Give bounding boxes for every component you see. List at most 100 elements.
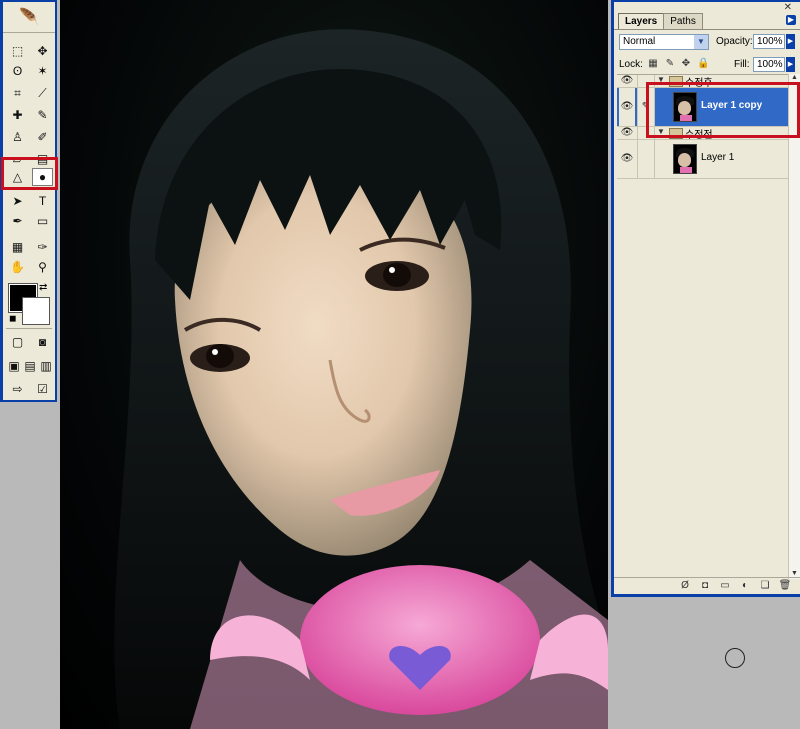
blur-icon[interactable]: △: [7, 168, 28, 186]
full-screen-icon[interactable]: ▥: [39, 357, 53, 375]
marquee-icon[interactable]: ⬚: [7, 42, 28, 60]
tool-row: △ ●: [7, 168, 53, 186]
hand-icon[interactable]: ✋: [7, 258, 28, 276]
new-layer-icon[interactable]: ❏: [758, 579, 772, 593]
brush-icon[interactable]: ✎: [32, 106, 53, 124]
tool-row: ✋ ⚲: [7, 258, 53, 276]
toolbox-palette: 🪶 ⬚ ✥ ʘ ✶ ⌗ ⟋ ✚ ✎ ♙ ✐ ▱ ▤ △ ● ➤ T ✒ ▭ ▦ ✑ ✋ ⚲ ⇄ ◼ ▢ ◙ ▣ ▤ ▥ ⇨…: [0, 0, 57, 402]
portrait-photo: [114, 29, 608, 729]
history-brush-icon[interactable]: ✐: [32, 128, 53, 146]
standard-mode-icon[interactable]: ▢: [7, 333, 28, 351]
path-select-icon[interactable]: ➤: [7, 192, 28, 210]
new-group-icon[interactable]: ▭: [718, 579, 732, 593]
feather-logo-icon: 🪶: [19, 9, 39, 26]
tool-row: ⬚ ✥: [7, 42, 53, 60]
lock-image-icon[interactable]: ✎: [664, 58, 676, 70]
lock-transparency-icon[interactable]: ▦: [647, 58, 659, 70]
full-screen-menu-icon[interactable]: ▤: [23, 357, 37, 375]
layers-bottom-bar: Ø ◘ ▭ ◐ ❏ 🗑: [614, 577, 800, 594]
move-icon[interactable]: ✥: [32, 42, 53, 60]
layer-row-layer-1[interactable]: 👁 Layer 1: [617, 140, 789, 179]
fill-input[interactable]: 100%: [753, 57, 785, 72]
visibility-eye-icon[interactable]: 👁: [619, 88, 635, 126]
toolbox-divider: [6, 328, 52, 329]
toolbox-header[interactable]: 🪶: [3, 2, 55, 33]
layers-scrollbar[interactable]: ▲ ▼: [788, 74, 800, 579]
eraser-icon[interactable]: ▱: [7, 150, 28, 168]
swap-colors-icon[interactable]: ⇄: [39, 282, 47, 293]
brush-cursor-icon: [725, 648, 745, 668]
chevron-down-icon[interactable]: ▼: [694, 35, 708, 49]
layers-palette: ✕ Layers Paths ▶ Normal ▼ Opacity: 100% …: [611, 0, 800, 597]
layer-name: Layer 1: [701, 152, 735, 163]
lasso-icon[interactable]: ʘ: [7, 62, 28, 80]
notes-icon[interactable]: ▦: [7, 238, 28, 256]
trash-icon[interactable]: 🗑: [778, 579, 792, 593]
layer-name: Layer 1 copy: [701, 100, 763, 111]
expand-triangle-icon[interactable]: ▼: [657, 75, 665, 84]
tool-row: ➤ T: [7, 192, 53, 210]
opacity-slider-icon[interactable]: ▶: [786, 34, 795, 49]
eyedropper-icon[interactable]: ✑: [32, 238, 53, 256]
palette-tabs: Layers Paths: [618, 13, 703, 30]
visibility-eye-icon[interactable]: 👁: [619, 75, 635, 86]
magic-wand-icon[interactable]: ✶: [32, 62, 53, 80]
layer-thumbnail: [673, 144, 697, 174]
pen-icon[interactable]: ✒: [7, 212, 28, 230]
layer-row-layer-1-copy[interactable]: 👁 ✎ Layer 1 copy: [617, 88, 789, 127]
crop-icon[interactable]: ⌗: [7, 84, 28, 102]
shape-icon[interactable]: ▭: [32, 212, 53, 230]
type-icon[interactable]: T: [32, 192, 53, 210]
layer-thumbnail: [673, 92, 697, 122]
close-palette-icon[interactable]: ✕: [784, 2, 792, 13]
background-color-swatch[interactable]: [22, 297, 50, 325]
layer-style-icon[interactable]: Ø: [678, 579, 692, 593]
tool-row: ✒ ▭: [7, 212, 53, 230]
layer-name: 수정전: [685, 130, 713, 141]
jump-row: ⇨ ☑: [7, 380, 53, 398]
tool-row: ✚ ✎: [7, 106, 53, 124]
lock-all-icon[interactable]: 🔒: [697, 58, 709, 70]
expand-triangle-icon[interactable]: ▼: [657, 127, 665, 136]
visibility-eye-icon[interactable]: 👁: [619, 127, 635, 138]
blend-mode-select[interactable]: Normal ▼: [619, 34, 709, 50]
tool-row: ▦ ✑: [7, 238, 53, 256]
scroll-up-icon[interactable]: ▲: [790, 74, 799, 83]
fill-label: Fill:: [734, 59, 750, 70]
visibility-eye-icon[interactable]: 👁: [619, 140, 635, 178]
opacity-input[interactable]: 100%: [753, 34, 785, 49]
zoom-icon[interactable]: ⚲: [32, 258, 53, 276]
default-colors-icon[interactable]: ◼: [9, 313, 16, 324]
layer-row-group-before[interactable]: 👁 ▼ 수정전: [617, 127, 789, 141]
gradient-icon[interactable]: ▤: [32, 150, 53, 168]
lock-position-icon[interactable]: ✥: [680, 58, 692, 70]
folder-icon: [669, 76, 683, 87]
imageready-check-icon[interactable]: ☑: [32, 380, 53, 398]
screen-mode-row: ▣ ▤ ▥: [7, 357, 53, 375]
quick-mask-icon[interactable]: ◙: [32, 333, 53, 351]
layer-row-group-after[interactable]: 👁 ▼ 수정후: [617, 75, 789, 89]
standard-screen-icon[interactable]: ▣: [7, 357, 21, 375]
fill-slider-icon[interactable]: ▶: [786, 57, 795, 72]
add-mask-icon[interactable]: ◘: [698, 579, 712, 593]
opacity-label: Opacity:: [716, 36, 753, 47]
brush-link-icon[interactable]: ✎: [637, 88, 655, 126]
image-canvas[interactable]: [60, 0, 608, 729]
tool-row: ♙ ✐: [7, 128, 53, 146]
clone-stamp-icon[interactable]: ♙: [7, 128, 28, 146]
palette-menu-icon[interactable]: ▶: [786, 15, 796, 25]
tab-layers[interactable]: Layers: [618, 13, 665, 30]
pink-heart-object: [300, 565, 540, 715]
adjustment-layer-icon[interactable]: ◐: [738, 579, 752, 593]
layer-name: 수정후: [685, 78, 713, 89]
dodge-icon[interactable]: ●: [32, 168, 53, 186]
tool-row: ▱ ▤: [7, 150, 53, 168]
tab-paths[interactable]: Paths: [663, 13, 703, 30]
folder-icon: [669, 128, 683, 139]
slice-icon[interactable]: ⟋: [32, 84, 53, 102]
layer-list: 👁 ▼ 수정후 👁 ✎ Layer 1 copy 👁 ▼ 수정전 👁 Layer…: [617, 74, 789, 580]
jump-to-imageready-icon[interactable]: ⇨: [7, 380, 28, 398]
healing-brush-icon[interactable]: ✚: [7, 106, 28, 124]
blend-mode-value: Normal: [623, 36, 656, 47]
mask-mode-row: ▢ ◙: [7, 333, 53, 351]
